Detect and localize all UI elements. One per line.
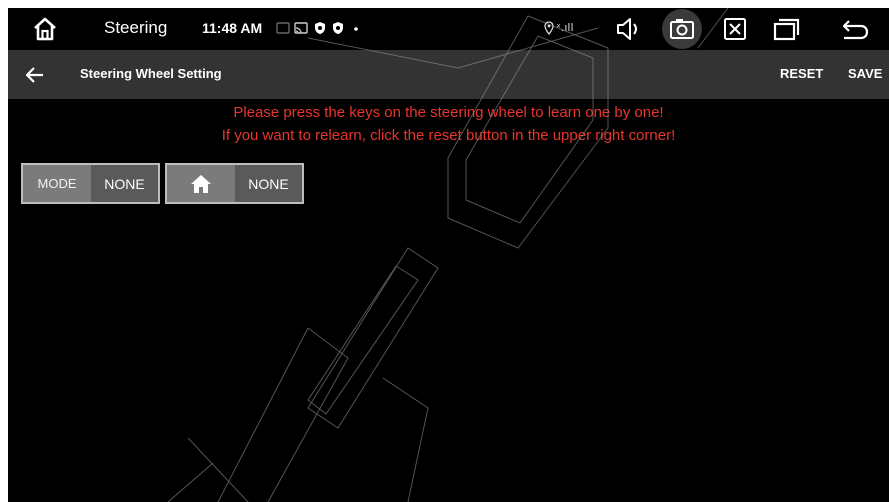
- reset-button[interactable]: RESET: [780, 66, 823, 81]
- page-title: Steering Wheel Setting: [80, 66, 222, 81]
- shield-icon: [333, 22, 343, 34]
- key-home-assigned: NONE: [235, 165, 302, 202]
- home-icon[interactable]: [32, 16, 58, 42]
- key-mode-label: MODE: [23, 165, 91, 202]
- save-button[interactable]: SAVE: [848, 66, 882, 81]
- cast-icon: [276, 22, 290, 34]
- key-home-icon-cell: [167, 165, 235, 202]
- status-bar: Steering 11:48 AM ˣ.ıll: [8, 8, 889, 50]
- key-mode-button[interactable]: MODE NONE: [21, 163, 160, 204]
- screen-mirror-icon: [294, 22, 308, 34]
- close-box-icon[interactable]: [720, 16, 750, 42]
- camera-icon[interactable]: [667, 16, 697, 42]
- instruction-line-2: If you want to relearn, click the reset …: [221, 127, 676, 144]
- shield-icon: [315, 22, 325, 34]
- screen: Steering 11:48 AM ˣ.ıll Steering Wheel S…: [8, 8, 889, 502]
- recents-icon[interactable]: [772, 16, 802, 42]
- key-mode-assigned: NONE: [91, 165, 158, 202]
- app-title: Steering: [104, 18, 168, 37]
- title-bar: Steering Wheel Setting RESET SAVE: [8, 50, 889, 99]
- signal-icon: ˣ.ıll: [556, 21, 574, 34]
- back-icon[interactable]: [840, 16, 870, 42]
- volume-icon[interactable]: [614, 16, 644, 42]
- instruction-line-1: Please press the keys on the steering wh…: [233, 104, 664, 121]
- back-arrow-icon[interactable]: [24, 64, 46, 86]
- clock: 11:48 AM: [202, 20, 263, 36]
- location-icon: [544, 21, 554, 35]
- home-icon: [191, 174, 211, 193]
- dot-icon: [354, 27, 358, 31]
- key-home-button[interactable]: NONE: [165, 163, 304, 204]
